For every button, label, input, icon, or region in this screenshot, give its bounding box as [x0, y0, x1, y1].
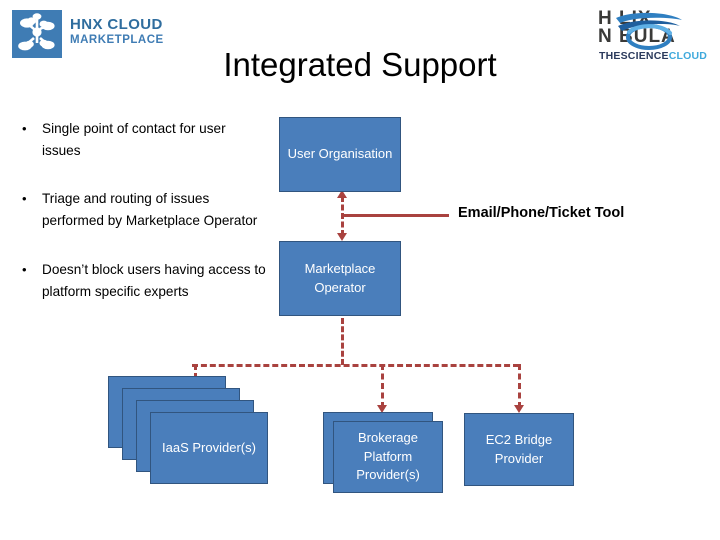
edge-label-email-phone-ticket-tool: Email/Phone/Ticket Tool: [458, 205, 625, 221]
connector-to-brokerage: [381, 364, 384, 408]
page-title: Integrated Support: [223, 46, 497, 83]
node-label: IaaS Provider(s): [162, 439, 256, 455]
arrow-down-icon: [513, 405, 524, 413]
node-marketplace-operator[interactable]: Marketplace Operator: [279, 241, 401, 316]
list-item-label: Triage and routing of issues performed b…: [42, 191, 258, 229]
list-item: • Single point of contact for user issue…: [18, 118, 266, 162]
node-label: EC2 Bridge Provider: [485, 431, 553, 466]
node-iaas-provider[interactable]: IaaS Provider(s): [150, 412, 268, 484]
node-label: Brokerage Platform Provider(s): [356, 429, 420, 483]
list-item-label: Single point of contact for user issues: [42, 121, 226, 159]
bullet-dot-icon: •: [22, 191, 27, 207]
node-ec2-bridge-provider[interactable]: EC2 Bridge Provider: [464, 413, 574, 486]
list-item: • Doesn’t block users having access to p…: [18, 259, 266, 303]
hnx-logo-text: HNX CLOUD MARKETPLACE: [70, 16, 164, 47]
node-brokerage-platform-provider[interactable]: Brokerage Platform Provider(s): [333, 421, 443, 493]
arrow-down-icon: [336, 233, 347, 241]
bullet-dot-icon: •: [22, 261, 27, 277]
slide-canvas: HNX CLOUD MARKETPLACE H LIX N BULA THESC…: [0, 0, 720, 540]
list-item-label: Doesn’t block users having access to pla…: [42, 261, 266, 299]
bullet-dot-icon: •: [22, 121, 27, 136]
bullet-list: • Single point of contact for user issue…: [18, 118, 266, 329]
node-label: User Organisation: [287, 146, 393, 162]
callout-leader-line: [342, 214, 449, 217]
hnx-logo-line1: HNX CLOUD: [70, 16, 163, 33]
connector-operator-trunk: [341, 318, 344, 365]
connector-to-ec2-bridge: [518, 364, 521, 408]
list-item: • Triage and routing of issues performed…: [18, 188, 266, 232]
node-user-organisation[interactable]: User Organisation: [279, 117, 401, 192]
connector-provider-bus: [192, 364, 519, 367]
node-label: Marketplace Operator: [304, 260, 376, 295]
hnx-logo-line2: MARKETPLACE: [70, 33, 164, 46]
